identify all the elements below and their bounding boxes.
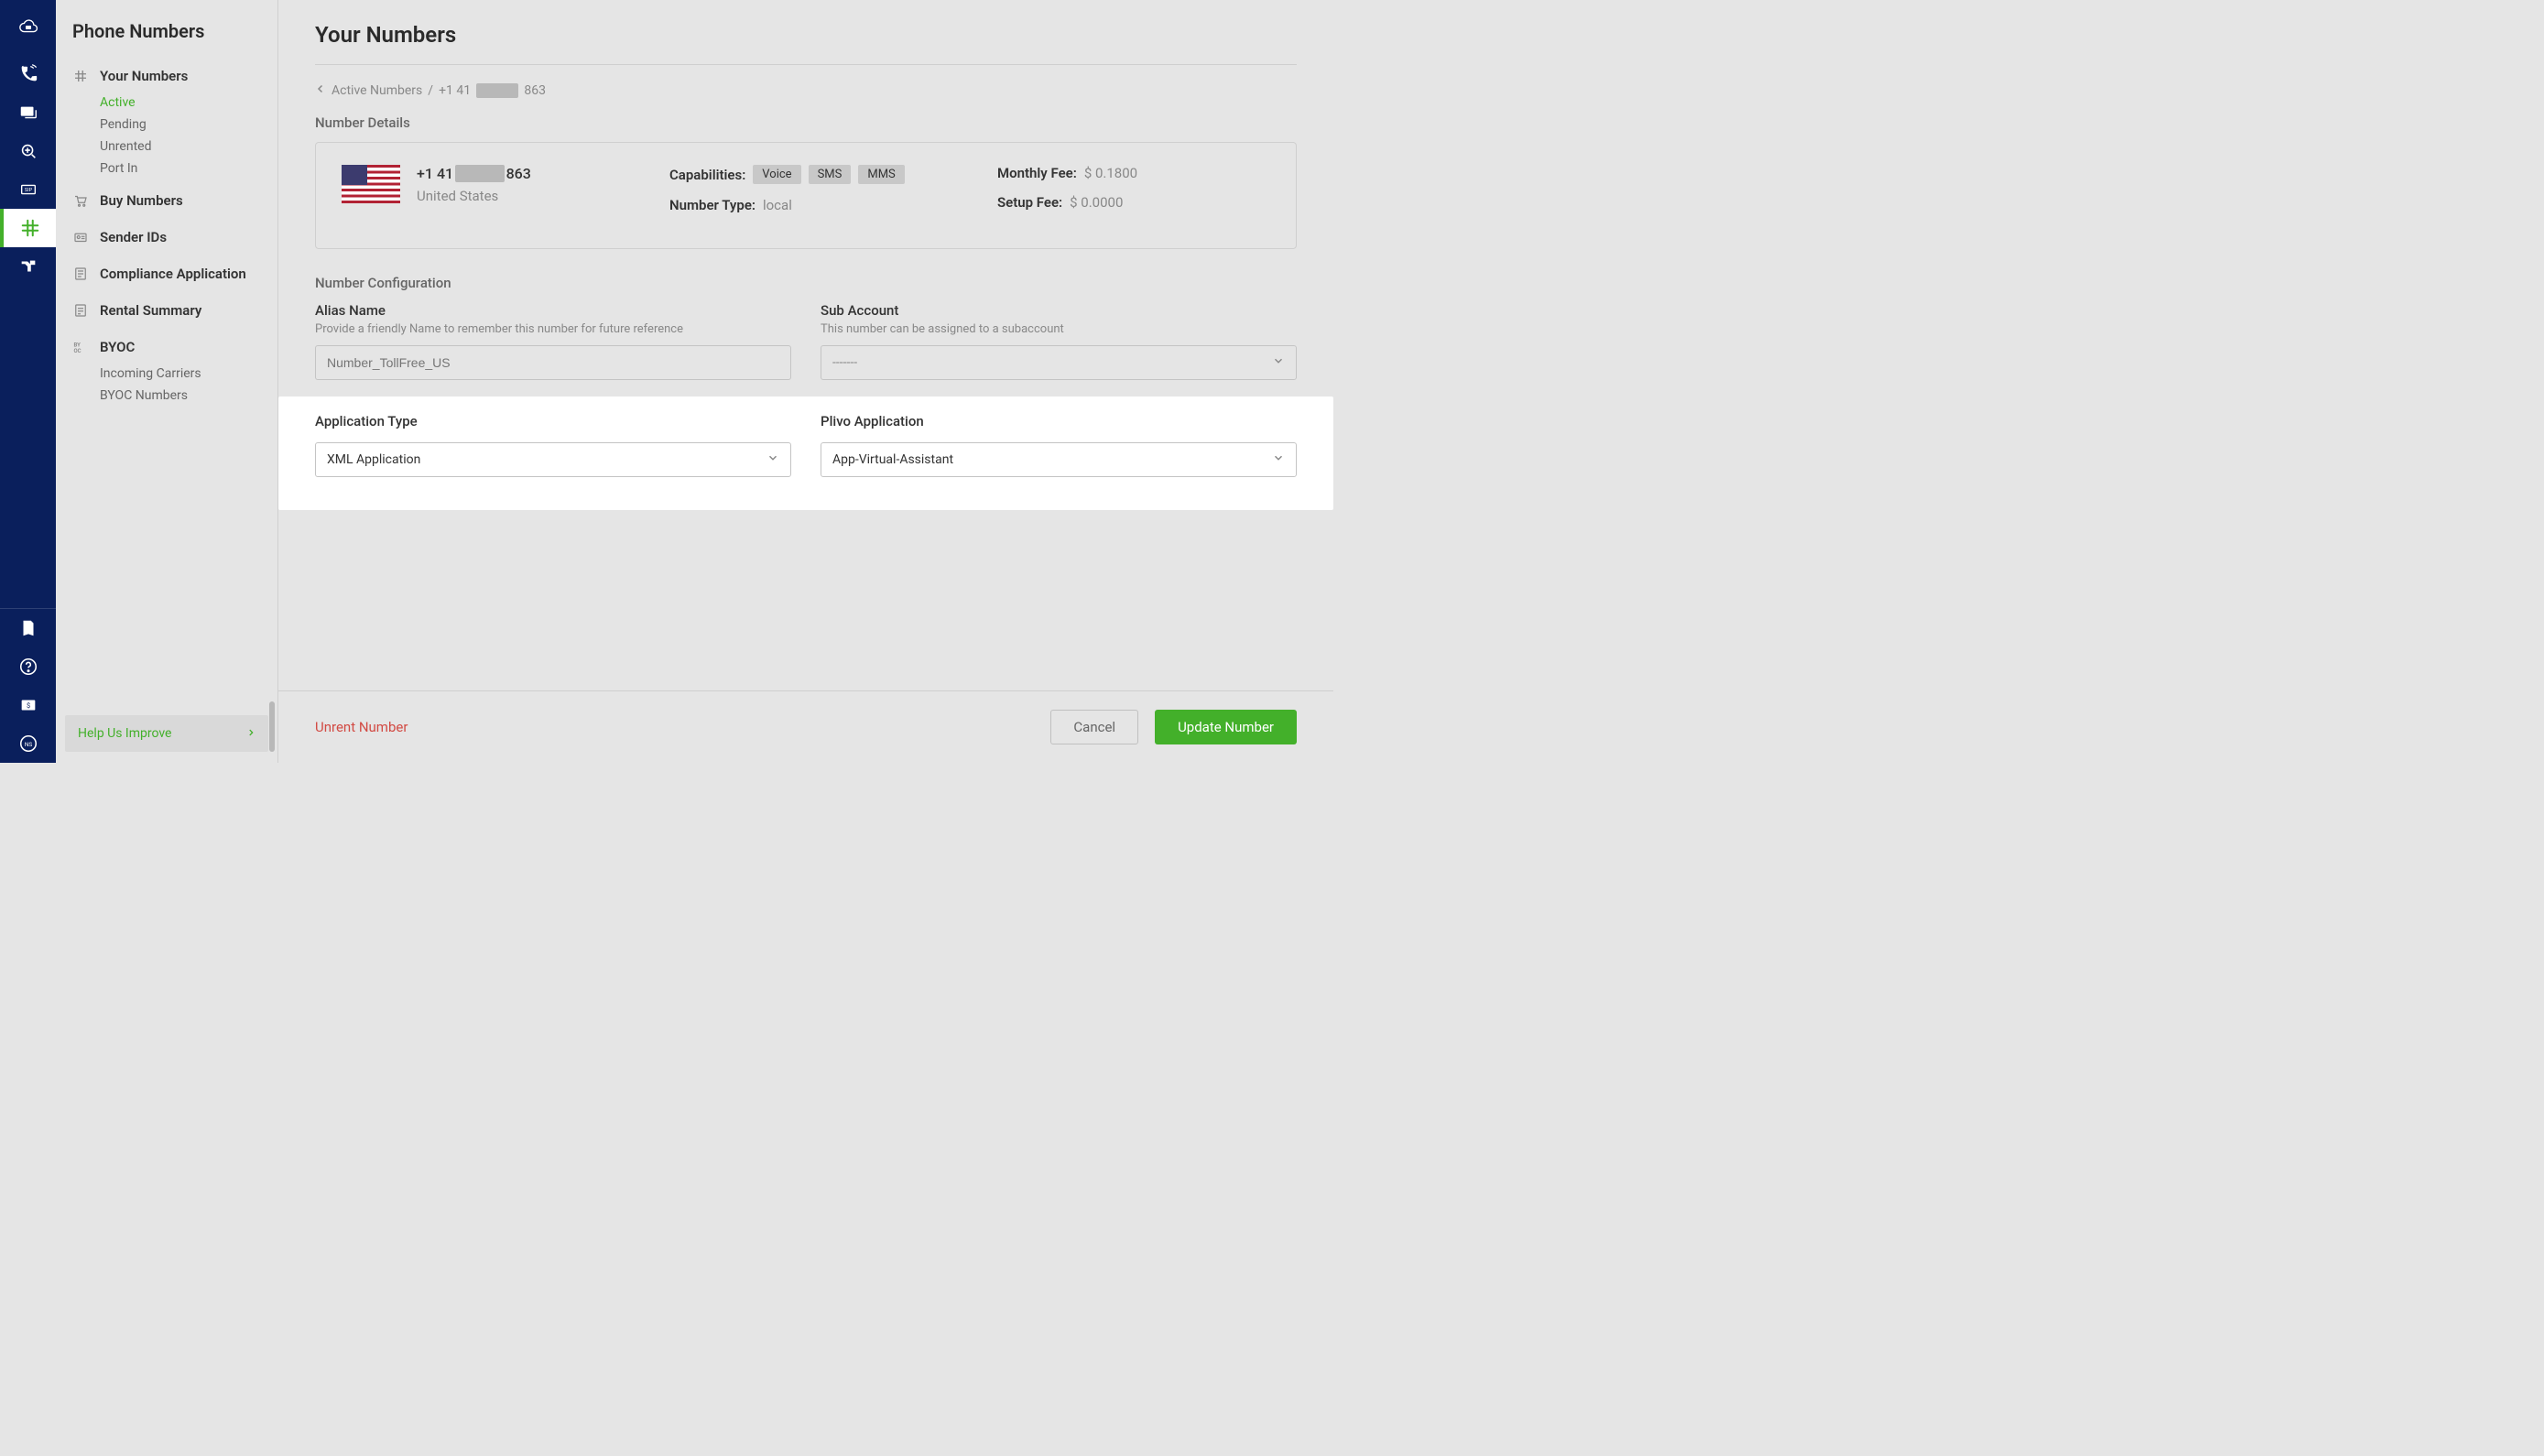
number-details-card: +1 410 000 0863 United States Capabiliti…	[315, 142, 1297, 249]
alias-input[interactable]	[315, 345, 791, 380]
breadcrumb[interactable]: Active Numbers / +1 410 000 0863	[315, 65, 1297, 114]
docs-icon[interactable]	[0, 609, 56, 647]
logo-icon[interactable]	[0, 0, 56, 55]
us-flag-icon	[342, 165, 400, 203]
breadcrumb-suffix: 863	[524, 83, 546, 98]
cancel-button[interactable]: Cancel	[1050, 710, 1138, 744]
cart-icon	[72, 192, 89, 209]
alias-label: Alias Name	[315, 302, 791, 319]
breadcrumb-masked: 0 000 0	[476, 83, 518, 98]
phone-masked: 0 000 0	[455, 165, 504, 182]
plivo-app-select[interactable]: App-Virtual-Assistant	[821, 442, 1297, 477]
phone-numbers-icon[interactable]	[0, 209, 56, 247]
nav-item-compliance[interactable]: Compliance Application	[56, 258, 277, 289]
nav-item-buy-numbers[interactable]: Buy Numbers	[56, 185, 277, 216]
subaccount-help: This number can be assigned to a subacco…	[821, 322, 1297, 336]
capability-sms: SMS	[809, 165, 852, 184]
page-footer: Unrent Number Cancel Update Number	[278, 690, 1333, 763]
lookup-icon[interactable]	[0, 132, 56, 170]
nav-item-sender-ids[interactable]: Sender IDs	[56, 222, 277, 253]
nav-sub-pending[interactable]: Pending	[56, 114, 277, 136]
id-icon	[72, 229, 89, 245]
side-nav: Phone Numbers Your Numbers Active Pendin…	[56, 0, 278, 763]
capability-mms: MMS	[858, 165, 904, 184]
nav-item-label: Compliance Application	[100, 266, 246, 282]
chevron-down-icon	[1272, 354, 1285, 371]
routing-icon[interactable]	[0, 247, 56, 286]
scrollbar[interactable]	[269, 701, 275, 752]
svg-text:BY: BY	[74, 342, 82, 348]
update-number-button[interactable]: Update Number	[1155, 710, 1297, 744]
nav-item-byoc[interactable]: BYOC BYOC	[56, 331, 277, 363]
unrent-number-link[interactable]: Unrent Number	[315, 719, 408, 735]
application-config-row: Application Type XML Application Plivo A…	[278, 397, 1333, 510]
svg-text:OC: OC	[74, 348, 82, 354]
sip-icon[interactable]: SIP	[0, 170, 56, 209]
alias-help: Provide a friendly Name to remember this…	[315, 322, 791, 336]
phone-country: United States	[417, 188, 531, 204]
help-us-improve[interactable]: Help Us Improve	[65, 715, 268, 752]
subaccount-label: Sub Account	[821, 302, 1297, 319]
nav-item-rental-summary[interactable]: Rental Summary	[56, 295, 277, 326]
phone-number: +1 410 000 0863	[417, 165, 531, 182]
svg-text:SIP: SIP	[24, 188, 32, 193]
number-type-label: Number Type:	[669, 197, 756, 213]
capability-voice: Voice	[753, 165, 800, 184]
messaging-icon[interactable]	[0, 93, 56, 132]
nav-item-your-numbers[interactable]: Your Numbers	[56, 60, 277, 92]
subaccount-value: -------	[832, 355, 857, 370]
setup-fee-value: $ 0.0000	[1070, 194, 1123, 211]
hash-icon	[72, 68, 89, 84]
nav-sub-port-in[interactable]: Port In	[56, 158, 277, 179]
number-details-heading: Number Details	[315, 114, 1297, 131]
monthly-fee-value: $ 0.1800	[1084, 165, 1137, 181]
svg-text:NS: NS	[24, 741, 32, 748]
number-config-heading: Number Configuration	[315, 275, 1297, 291]
billing-icon[interactable]: $	[0, 686, 56, 724]
help-icon[interactable]	[0, 647, 56, 686]
account-icon[interactable]: NS	[0, 724, 56, 763]
app-type-value: XML Application	[327, 452, 420, 467]
nav-item-label: Buy Numbers	[100, 192, 183, 209]
number-type-value: local	[763, 197, 792, 213]
side-nav-title: Phone Numbers	[56, 0, 277, 60]
nav-sub-active[interactable]: Active	[56, 92, 277, 114]
byoc-icon: BYOC	[72, 339, 89, 355]
compliance-icon	[72, 266, 89, 282]
svg-text:$: $	[26, 701, 29, 710]
breadcrumb-back: Active Numbers	[332, 83, 422, 98]
chevron-right-icon	[246, 726, 255, 741]
icon-rail: SIP $ NS	[0, 0, 56, 763]
capabilities-label: Capabilities:	[669, 167, 745, 183]
summary-icon	[72, 302, 89, 319]
nav-item-label: Rental Summary	[100, 302, 201, 319]
plivo-app-value: App-Virtual-Assistant	[832, 452, 953, 467]
breadcrumb-prefix: +1 41	[439, 83, 471, 98]
nav-sub-byoc-numbers[interactable]: BYOC Numbers	[56, 385, 277, 407]
plivo-app-label: Plivo Application	[821, 413, 1297, 429]
setup-fee-label: Setup Fee:	[997, 194, 1062, 211]
nav-item-label: Sender IDs	[100, 229, 167, 245]
chevron-left-icon	[315, 83, 326, 98]
main-panel: Your Numbers Active Numbers / +1 410 000…	[278, 0, 1333, 763]
voice-icon[interactable]	[0, 55, 56, 93]
app-type-select[interactable]: XML Application	[315, 442, 791, 477]
chevron-down-icon	[766, 451, 779, 468]
nav-sub-unrented[interactable]: Unrented	[56, 136, 277, 158]
nav-item-label: BYOC	[100, 339, 135, 355]
chevron-down-icon	[1272, 451, 1285, 468]
app-type-label: Application Type	[315, 413, 791, 429]
nav-sub-incoming-carriers[interactable]: Incoming Carriers	[56, 363, 277, 385]
subaccount-select[interactable]: -------	[821, 345, 1297, 380]
monthly-fee-label: Monthly Fee:	[997, 165, 1077, 181]
nav-item-label: Your Numbers	[100, 68, 188, 84]
help-improve-label: Help Us Improve	[78, 726, 171, 741]
page-title: Your Numbers	[315, 22, 1297, 65]
